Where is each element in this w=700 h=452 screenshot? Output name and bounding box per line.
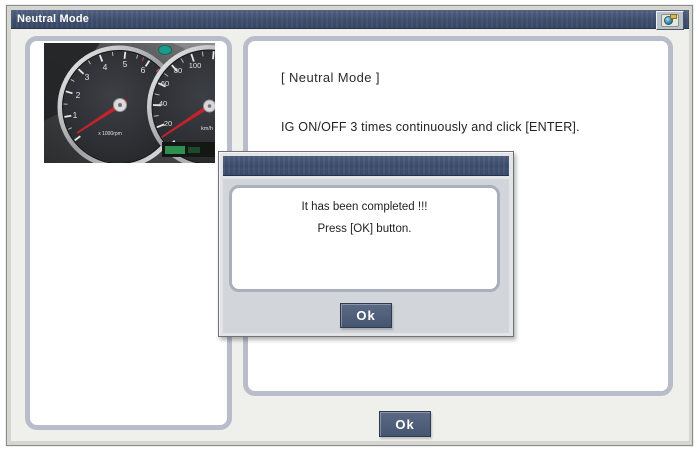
svg-text:4: 4 — [103, 62, 108, 72]
procedure-instruction: IG ON/OFF 3 times continuously and click… — [281, 120, 580, 134]
speedo-unit-label: km/h — [201, 126, 213, 132]
dialog-body: It has been completed !!! Press [OK] but… — [223, 179, 509, 333]
svg-text:1: 1 — [73, 110, 78, 120]
window-titlebar: Neutral Mode — [11, 10, 689, 29]
app-screen: Neutral Mode — [0, 0, 700, 452]
svg-text:80: 80 — [174, 66, 182, 75]
svg-text:20: 20 — [164, 119, 172, 128]
tach-unit-label: x 1000rpm — [98, 131, 122, 137]
indicator-light — [159, 46, 172, 55]
svg-text:6: 6 — [141, 65, 146, 75]
dialog-ok-button[interactable]: Ok — [340, 303, 392, 328]
svg-text:3: 3 — [85, 72, 90, 82]
completion-dialog: It has been completed !!! Press [OK] but… — [218, 151, 514, 337]
dialog-message-line2: Press [OK] button. — [232, 223, 497, 235]
svg-text:5: 5 — [123, 59, 128, 69]
procedure-title: [ Neutral Mode ] — [281, 70, 380, 85]
main-ok-button[interactable]: Ok — [379, 411, 431, 437]
svg-text:60: 60 — [161, 79, 169, 88]
dialog-message-line1: It has been completed !!! — [232, 201, 497, 213]
svg-text:2: 2 — [76, 90, 81, 100]
camera-icon — [661, 14, 679, 27]
dialog-titlebar — [223, 156, 509, 176]
svg-text:100: 100 — [189, 61, 202, 70]
dialog-message-box: It has been completed !!! Press [OK] but… — [229, 185, 500, 292]
window-title: Neutral Mode — [17, 13, 89, 25]
svg-text:40: 40 — [159, 99, 167, 108]
screen-capture-button[interactable] — [656, 11, 684, 30]
instrument-cluster-photo: 1 2 3 4 5 6 x 1000rpm 20 40 60 80 100 km… — [44, 43, 215, 163]
